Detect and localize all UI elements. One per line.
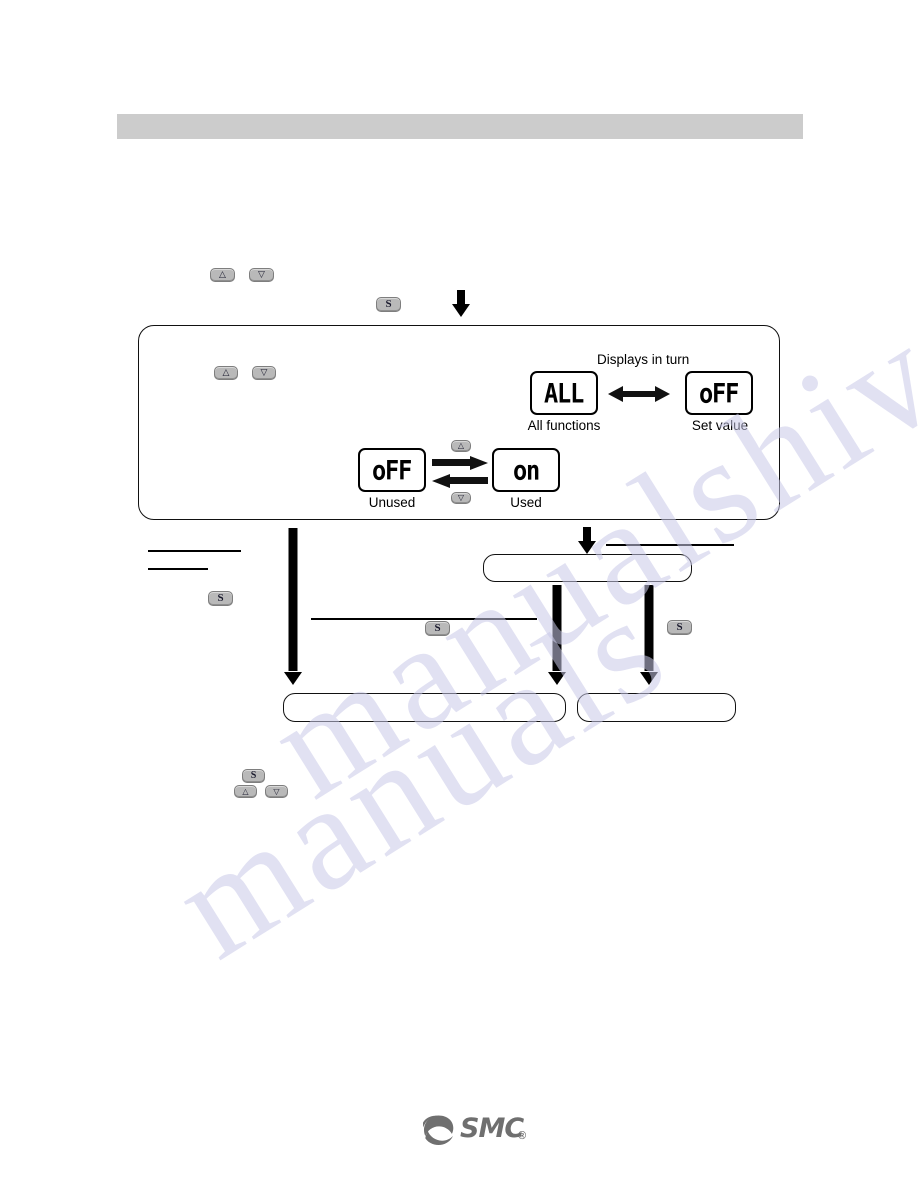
lcd-caption-all-functions: All functions	[527, 418, 601, 433]
up-button-bottom[interactable]: △	[234, 785, 257, 798]
flow-arrow-into-middle-box	[578, 527, 596, 554]
flow-arrow-middle-right	[640, 585, 658, 685]
flow-arrow-into-panel	[452, 290, 470, 317]
set-label: S	[250, 770, 257, 781]
lcd-value: oFF	[372, 453, 412, 487]
flow-box-bottom-right	[577, 693, 736, 722]
lcd-caption-used: Used	[510, 495, 542, 510]
triangle-down-icon: ▽	[258, 269, 265, 280]
lcd-display-unused: oFF	[358, 448, 426, 492]
triangle-down-icon: ▽	[457, 493, 465, 502]
set-label: S	[217, 592, 224, 604]
lcd-value: ALL	[544, 376, 584, 410]
section-header-band	[117, 114, 803, 139]
lcd-display-all: ALL	[530, 371, 598, 415]
down-button-panel[interactable]: ▽	[252, 366, 276, 380]
set-label: S	[676, 621, 683, 633]
smc-swirl-mark-icon	[422, 1115, 454, 1145]
triangle-up-icon: △	[242, 786, 249, 796]
flow-box-middle	[483, 554, 692, 582]
caption-rule-middle	[311, 618, 537, 620]
set-button-middle[interactable]: S	[425, 621, 450, 636]
arrow-right-icon	[432, 456, 488, 470]
flow-arrow-left-long	[284, 528, 302, 685]
flow-arrow-middle-left	[548, 585, 566, 685]
caption-rule-left-1	[148, 550, 241, 552]
lcd-display-set-value: oFF	[685, 371, 753, 415]
watermark: manualshive.com manuals	[0, 0, 918, 1188]
lcd-display-used: on	[492, 448, 560, 492]
page-canvas: manualshive.com manuals △ ▽ S △ ▽ Displa…	[0, 0, 918, 1188]
down-button-top[interactable]: ▽	[249, 268, 274, 282]
lcd-caption-set-value: Set value	[691, 418, 749, 433]
displays-in-turn-note: Displays in turn	[597, 352, 690, 367]
smc-wordmark: SMC	[460, 1113, 524, 1144]
lcd-value: oFF	[699, 376, 739, 410]
bidirectional-arrow-icon	[608, 386, 670, 402]
triangle-down-icon: ▽	[273, 786, 280, 796]
set-button-right[interactable]: S	[667, 620, 692, 635]
smc-registered-mark: ®	[518, 1130, 527, 1142]
set-label: S	[385, 298, 392, 310]
up-button-panel[interactable]: △	[214, 366, 238, 380]
up-button-top[interactable]: △	[210, 268, 235, 282]
caption-rule-left-2	[148, 568, 208, 570]
flow-box-bottom-left	[283, 693, 566, 722]
set-button-bottom[interactable]: S	[242, 769, 265, 783]
triangle-up-icon: △	[219, 269, 226, 280]
watermark-text-secondary: manuals	[147, 562, 695, 990]
set-label: S	[434, 622, 441, 634]
smc-logo: SMC ®	[422, 1112, 526, 1148]
up-button-toggle[interactable]: △	[451, 440, 471, 452]
triangle-up-icon: △	[222, 367, 230, 378]
arrow-left-icon	[432, 474, 488, 488]
triangle-up-icon: △	[457, 441, 465, 450]
caption-rule-right	[606, 544, 734, 546]
triangle-down-icon: ▽	[260, 367, 268, 378]
lcd-value: on	[512, 453, 540, 487]
down-button-toggle[interactable]: ▽	[451, 492, 471, 504]
down-button-bottom[interactable]: ▽	[265, 785, 288, 798]
set-button-left[interactable]: S	[208, 591, 233, 606]
set-button-top[interactable]: S	[376, 297, 401, 312]
lcd-caption-unused: Unused	[368, 495, 416, 510]
